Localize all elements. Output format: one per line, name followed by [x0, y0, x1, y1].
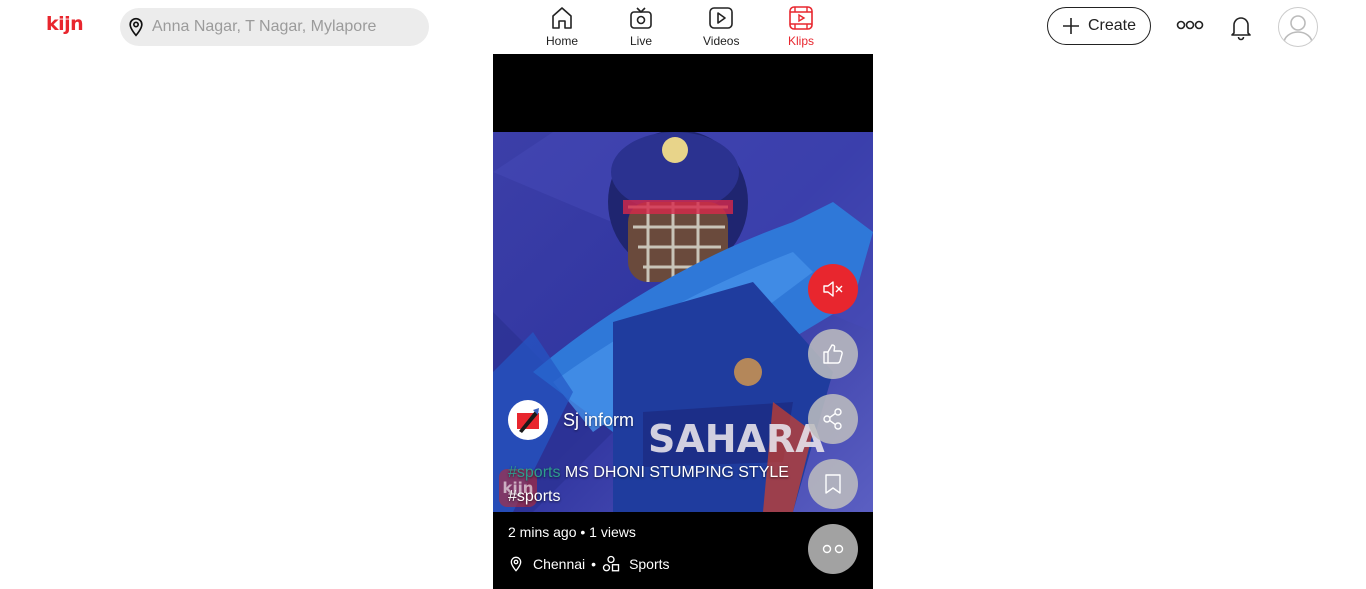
caption-hashtag[interactable]: #sports: [508, 464, 560, 481]
like-icon: [823, 344, 843, 364]
klip-category[interactable]: Sports: [629, 556, 669, 572]
posted-time: 2 mins ago: [508, 524, 577, 540]
bookmark-button[interactable]: [808, 459, 858, 509]
nav-videos-label: Videos: [703, 34, 740, 48]
klips-icon: [789, 6, 813, 30]
channel-name[interactable]: Sj inform: [563, 410, 634, 431]
play-icon: [709, 7, 734, 29]
caption-title: MS DHONI STUMPING STYLE: [564, 464, 789, 481]
more-options-button[interactable]: [808, 524, 858, 574]
like-button[interactable]: [808, 329, 858, 379]
share-button[interactable]: [808, 394, 858, 444]
svg-text:SAHARA: SAHARA: [648, 417, 825, 461]
apps-more-icon[interactable]: [1176, 15, 1204, 35]
more-icon: [822, 544, 844, 554]
nav-live-label: Live: [629, 34, 652, 48]
channel-info[interactable]: Sj inform: [508, 400, 634, 440]
location-search[interactable]: Anna Nagar, T Nagar, Mylapore: [120, 8, 429, 46]
mute-button[interactable]: [808, 264, 858, 314]
channel-logo-icon: [517, 408, 539, 433]
separator-dot: •: [580, 524, 590, 540]
channel-avatar[interactable]: [508, 400, 548, 440]
user-avatar[interactable]: [1278, 7, 1318, 47]
top-bar: kijn Anna Nagar, T Nagar, Mylapore Home …: [0, 0, 1366, 54]
bookmark-icon: [825, 474, 841, 494]
location-pin-icon: [510, 556, 522, 572]
klip-location[interactable]: Chennai: [533, 556, 585, 572]
home-icon: [552, 7, 572, 29]
nav-live[interactable]: Live: [627, 4, 655, 48]
location-search-input[interactable]: Anna Nagar, T Nagar, Mylapore: [152, 18, 376, 36]
tv-icon: [630, 7, 652, 29]
category-icon: [602, 555, 620, 572]
location-pin-icon: [129, 17, 143, 37]
plus-icon: [1062, 18, 1079, 34]
klip-stats: 2 mins ago • 1 views: [508, 524, 636, 540]
app-logo[interactable]: kijn: [46, 13, 84, 35]
share-icon: [823, 408, 842, 430]
nav-videos[interactable]: Videos: [703, 4, 739, 48]
klip-caption: #sports MS DHONI STUMPING STYLE #sports: [508, 461, 808, 509]
create-button-label: Create: [1087, 17, 1137, 34]
nav-home[interactable]: Home: [546, 4, 578, 48]
separator-dot: •: [591, 556, 597, 572]
nav-klips-label: Klips: [787, 34, 814, 48]
view-count: 1 views: [589, 524, 636, 540]
klip-location-category: Chennai • Sports: [508, 555, 670, 573]
nav-klips[interactable]: Klips: [787, 4, 815, 48]
klip-player[interactable]: SAHARA kijn Sj inform #sports MS DHONI S…: [493, 54, 873, 589]
bell-icon[interactable]: [1226, 12, 1256, 42]
create-button[interactable]: Create: [1047, 7, 1151, 45]
nav-home-label: Home: [546, 34, 579, 48]
video-frame[interactable]: SAHARA: [493, 132, 873, 512]
caption-tag-line[interactable]: #sports: [508, 485, 808, 509]
mute-icon: [823, 281, 843, 297]
user-icon: [1283, 15, 1313, 44]
